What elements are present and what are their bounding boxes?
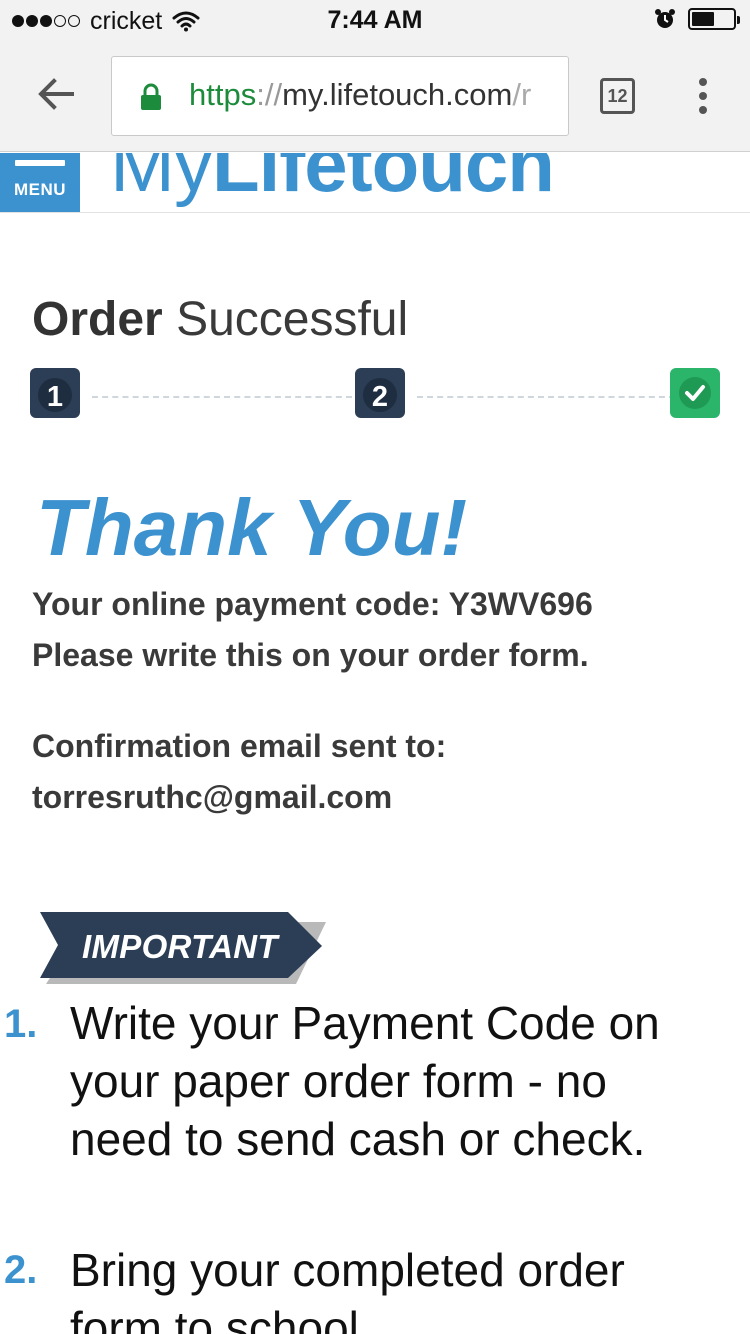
alarm-icon [655, 9, 675, 28]
step-connector [92, 396, 352, 398]
url-separator: :// [256, 77, 283, 112]
site-logo[interactable]: MyLifetouch [110, 153, 555, 210]
lock-icon [141, 83, 161, 110]
url-rest: /r [512, 77, 532, 112]
step-1-number: 1 [46, 381, 64, 413]
browser-toolbar: https://my.lifetouch.com/r 12 [0, 40, 750, 152]
list-text: Write your Payment Code on [70, 997, 660, 1049]
list-text: Bring your completed order [70, 1244, 625, 1296]
step-1: 1 [30, 368, 80, 418]
tab-switcher-button[interactable]: 12 [600, 78, 635, 114]
list-number: 2. [4, 1248, 38, 1292]
menu-label: MENU [13, 180, 67, 199]
thank-you-heading: Thank You! [36, 483, 468, 572]
confirmation-label: Confirmation email sent to: [32, 728, 447, 764]
site-header: MyLifetouch MENU [0, 153, 750, 213]
menu-button[interactable]: MENU [0, 153, 80, 212]
step-2-number: 2 [371, 381, 389, 413]
more-vert-icon[interactable] [696, 78, 710, 114]
page-title: Order Successful [32, 292, 408, 347]
list-text: need to send cash or check. [70, 1113, 646, 1165]
url-host: my.lifetouch.com [282, 77, 513, 112]
status-right [654, 8, 740, 30]
write-instruction-text: Please write this on your order form. [32, 637, 589, 673]
back-arrow-icon [38, 78, 74, 110]
logo-my: My [110, 153, 213, 208]
battery-level [692, 12, 714, 26]
confirmation-email: torresruthc@gmail.com [32, 779, 393, 815]
list-text: your paper order form - no [70, 1055, 607, 1107]
step-complete [670, 368, 720, 418]
progress-steps: 1 2 [30, 368, 720, 418]
important-banner: IMPORTANT [38, 912, 328, 984]
address-bar[interactable]: https://my.lifetouch.com/r [111, 56, 569, 136]
hamburger-icon [15, 160, 65, 166]
back-button[interactable] [32, 70, 80, 118]
logo-lifetouch: Lifetouch [211, 153, 555, 208]
check-icon [685, 385, 705, 401]
status-bar: cricket 7:44 AM [0, 0, 750, 40]
status-time: 7:44 AM [327, 6, 423, 34]
step-2: 2 [355, 368, 405, 418]
payment-code-text: Your online payment code: Y3WV696 [32, 586, 593, 622]
url-text: https://my.lifetouch.com/r [189, 77, 531, 113]
title-bold: Order [32, 293, 163, 346]
list-text: form to school. [70, 1302, 372, 1334]
important-label: IMPORTANT [82, 928, 278, 965]
url-scheme: https [189, 77, 257, 112]
title-light: Successful [176, 293, 409, 346]
list-number: 1. [4, 1002, 38, 1046]
step-connector [417, 396, 675, 398]
battery-icon [688, 8, 740, 30]
